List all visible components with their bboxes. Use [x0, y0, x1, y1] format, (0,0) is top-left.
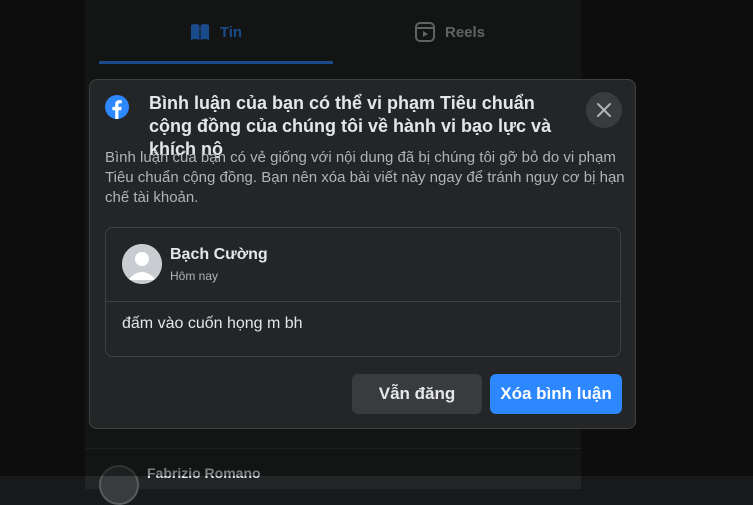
dialog-description: Bình luận của bạn có vẻ giống với nội du…: [105, 149, 625, 206]
community-standards-dialog: Bình luận của bạn có thể vi phạm Tiêu ch…: [89, 79, 636, 429]
post-anyway-button[interactable]: Vẫn đăng: [352, 374, 482, 414]
comment-timestamp: Hôm nay: [170, 269, 219, 283]
facebook-logo-icon: [105, 95, 129, 119]
close-icon: [597, 103, 611, 117]
default-avatar-icon: [122, 244, 162, 284]
comment-header: Bạch Cường Hôm nay: [106, 228, 620, 302]
comment-text: đấm vào cuốn họng m bh: [122, 315, 303, 332]
close-button[interactable]: [586, 92, 622, 128]
comment-author: Bạch Cường: [170, 246, 268, 263]
delete-comment-button[interactable]: Xóa bình luận: [490, 374, 622, 414]
avatar: [122, 244, 162, 284]
comment-preview: Bạch Cường Hôm nay đấm vào cuốn họng m b…: [105, 227, 621, 357]
